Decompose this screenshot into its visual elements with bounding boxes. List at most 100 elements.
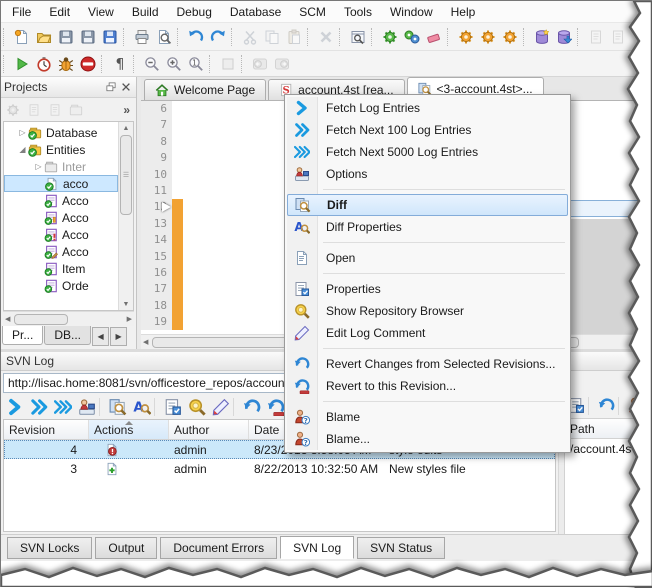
context-menu-item[interactable]: Blame	[287, 406, 568, 428]
tree-item[interactable]: Acco	[4, 209, 118, 226]
menu-item[interactable]: SCM	[290, 2, 335, 22]
link-icon[interactable]	[477, 26, 499, 48]
save-all-icon[interactable]	[99, 26, 121, 48]
print-icon[interactable]	[131, 26, 153, 48]
paste-icon[interactable]	[283, 26, 305, 48]
edit-log-comment-icon[interactable]	[209, 395, 233, 418]
deploy-icon[interactable]	[499, 26, 521, 48]
save-as-icon[interactable]	[77, 26, 99, 48]
open-file-icon[interactable]	[33, 26, 55, 48]
menu-item[interactable]: Edit	[40, 2, 79, 22]
tree-item[interactable]: acco	[4, 175, 118, 192]
close-panel-button[interactable]	[118, 80, 133, 95]
tree-item[interactable]: Acco	[4, 226, 118, 243]
scroll-right-icon[interactable]: ▶	[127, 315, 132, 323]
build-all-icon[interactable]	[401, 26, 423, 48]
new-database-icon[interactable]	[531, 26, 553, 48]
prev-bookmark-icon[interactable]	[249, 53, 271, 75]
cut-icon[interactable]	[239, 26, 261, 48]
menu-item[interactable]: Window	[381, 2, 442, 22]
tree-item[interactable]: ◢ Entities	[4, 141, 118, 158]
stop-icon[interactable]	[77, 53, 99, 75]
menu-item[interactable]: File	[3, 2, 40, 22]
tab-svn-log[interactable]: SVN Log	[280, 536, 355, 559]
build-icon[interactable]	[379, 26, 401, 48]
zoom-in-icon[interactable]	[163, 53, 185, 75]
context-menu-item[interactable]	[287, 185, 568, 194]
col-revision[interactable]: Revision	[4, 420, 89, 439]
toolbar-overflow-chevron[interactable]: »	[123, 103, 133, 117]
fetch-5000-icon[interactable]	[51, 395, 75, 418]
next-bookmark-icon[interactable]	[271, 53, 293, 75]
tree-item[interactable]: ▷ Database	[4, 124, 118, 141]
path-row[interactable]: /account.4s	[564, 439, 652, 458]
scroll-left-icon[interactable]: ◀	[5, 315, 10, 323]
bookmark-icon[interactable]	[217, 53, 239, 75]
blame-icon[interactable]	[624, 394, 648, 417]
new-file-icon[interactable]	[11, 26, 33, 48]
revert-changes-icon[interactable]	[594, 394, 618, 417]
context-menu-item[interactable]: Fetch Log Entries	[287, 97, 568, 119]
context-menu-item[interactable]: Diff Properties	[287, 216, 568, 238]
fetch-log-icon[interactable]	[3, 395, 27, 418]
scroll-left-icon[interactable]: ◀	[143, 338, 148, 346]
col-author[interactable]: Author	[169, 420, 249, 439]
context-menu-item[interactable]	[287, 344, 568, 353]
tree-scrollbar[interactable]: ▲ ☰ ▼	[118, 122, 133, 310]
menu-item[interactable]: Database	[221, 2, 290, 22]
menu-item[interactable]: Build	[123, 2, 168, 22]
context-menu-item[interactable]	[287, 397, 568, 406]
project-tool-doc-icon[interactable]	[25, 101, 43, 119]
repository-browser-icon[interactable]	[185, 395, 209, 418]
context-menu-item[interactable]: Edit Log Comment	[287, 322, 568, 344]
run-icon[interactable]	[11, 53, 33, 75]
scroll-right-icon[interactable]: ▶	[645, 338, 650, 346]
import-database-icon[interactable]	[553, 26, 575, 48]
tabs-scroll-right-icon[interactable]: ▶	[110, 327, 128, 346]
copy-icon[interactable]	[261, 26, 283, 48]
context-menu-item[interactable]: Open	[287, 247, 568, 269]
document-settings-icon[interactable]	[607, 26, 629, 48]
project-tool-gear-icon[interactable]	[4, 101, 22, 119]
context-menu-item[interactable]	[287, 238, 568, 247]
clean-icon[interactable]	[423, 26, 445, 48]
menu-item[interactable]: View	[79, 2, 123, 22]
context-menu-item[interactable]	[287, 269, 568, 278]
save-icon[interactable]	[55, 26, 77, 48]
undo-icon[interactable]	[185, 26, 207, 48]
col-actions[interactable]: Actions	[89, 420, 169, 439]
tab-svn-locks[interactable]: SVN Locks	[7, 537, 93, 559]
zoom-out-icon[interactable]	[141, 53, 163, 75]
context-menu-item[interactable]: Fetch Next 100 Log Entries	[287, 119, 568, 141]
path-column-header[interactable]: Path	[564, 418, 652, 439]
scroll-down-icon[interactable]: ▼	[123, 298, 130, 310]
tree-expander[interactable]: ◢	[17, 145, 28, 154]
redo-icon[interactable]	[207, 26, 229, 48]
formatting-marks-icon[interactable]	[109, 53, 131, 75]
context-menu-item[interactable]: Options	[287, 163, 568, 185]
form-preview-icon[interactable]	[347, 26, 369, 48]
context-menu-item[interactable]: Show Repository Browser	[287, 300, 568, 322]
debug-icon[interactable]	[55, 53, 77, 75]
context-menu-item[interactable]: Revert Changes from Selected Revisions..…	[287, 353, 568, 375]
document-icon[interactable]	[585, 26, 607, 48]
tree-expander[interactable]: ▷	[17, 128, 28, 137]
float-panel-button[interactable]	[103, 80, 118, 95]
tab-document-errors[interactable]: Document Errors	[160, 537, 278, 559]
delete-icon[interactable]	[315, 26, 337, 48]
menu-item[interactable]: Tools	[335, 2, 381, 22]
menu-item[interactable]: Debug	[168, 2, 221, 22]
db-browser-tab[interactable]: DB...	[44, 326, 92, 345]
projects-tab[interactable]: Pr...	[2, 326, 44, 345]
tree-view[interactable]: ▷ Database ◢ Entities ▷ Inter acco Acco …	[4, 122, 118, 310]
profile-icon[interactable]	[33, 53, 55, 75]
context-menu-item[interactable]: Fetch Next 5000 Log Entries	[287, 141, 568, 163]
tree-item[interactable]: Item	[4, 260, 118, 277]
tab-welcome-page[interactable]: Welcome Page	[144, 79, 267, 100]
scrollbar-thumb[interactable]	[14, 313, 69, 325]
zoom-100-icon[interactable]	[185, 53, 207, 75]
print-preview-icon[interactable]	[153, 26, 175, 48]
project-tool-doc2-icon[interactable]	[46, 101, 64, 119]
scrollbar-thumb[interactable]: ☰	[120, 135, 132, 215]
context-menu-item[interactable]: Blame...	[287, 428, 568, 450]
